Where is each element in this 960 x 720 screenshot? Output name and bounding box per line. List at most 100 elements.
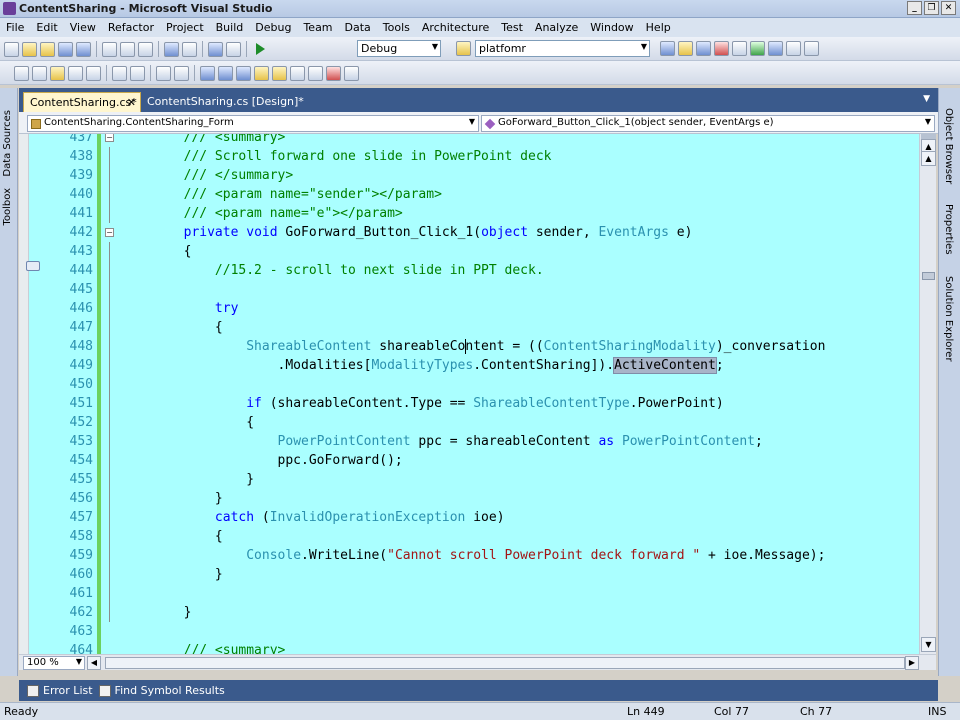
add-item-icon[interactable]	[22, 41, 37, 57]
scroll-thumb[interactable]	[922, 272, 935, 280]
menu-window[interactable]: Window	[584, 21, 639, 34]
scroll-up-icon[interactable]: ▲	[921, 151, 936, 166]
zoom-combo[interactable]: 100 % ▼	[23, 656, 85, 670]
display-quick-info-icon[interactable]	[50, 65, 65, 81]
menu-build[interactable]: Build	[210, 21, 250, 34]
code-line[interactable]: 454 ppc.GoForward();	[29, 451, 919, 470]
open-file-icon[interactable]	[40, 41, 55, 57]
code-line[interactable]: 448 ShareableContent shareableContent = …	[29, 337, 919, 356]
close-button[interactable]: ✕	[941, 1, 956, 15]
menu-refactor[interactable]: Refactor	[102, 21, 160, 34]
code-line[interactable]: 464 /// <summary>	[29, 641, 919, 654]
error-list-tab[interactable]: Error List	[27, 684, 93, 697]
previous-bookmark-in-document-icon[interactable]	[290, 65, 305, 81]
code-line[interactable]: 442 − private void GoForward_Button_Click…	[29, 223, 919, 242]
display-parameter-info-icon[interactable]	[32, 65, 47, 81]
menu-test[interactable]: Test	[495, 21, 529, 34]
code-line[interactable]: 444 //15.2 - scroll to next slide in PPT…	[29, 261, 919, 280]
toolbox-icon[interactable]	[714, 41, 729, 56]
restore-button[interactable]: ❐	[924, 1, 939, 15]
next-bookmark-icon[interactable]	[236, 65, 251, 81]
collapse-icon[interactable]: −	[105, 134, 114, 142]
menu-view[interactable]: View	[64, 21, 102, 34]
code-line[interactable]: 463	[29, 622, 919, 641]
previous-bookmark-in-folder-icon[interactable]	[254, 65, 269, 81]
members-combo[interactable]: GoForward_Button_Click_1(object sender, …	[481, 115, 935, 132]
menu-team[interactable]: Team	[297, 21, 338, 34]
display-object-member-list-icon[interactable]	[14, 65, 29, 81]
menu-tools[interactable]: Tools	[377, 21, 416, 34]
scroll-right-icon[interactable]: ▶	[905, 656, 919, 670]
next-bookmark-in-document-icon[interactable]	[308, 65, 323, 81]
code-line[interactable]: 462 }	[29, 603, 919, 622]
undo-icon[interactable]	[164, 41, 179, 57]
code-line[interactable]: 459 Console.WriteLine("Cannot scroll Pow…	[29, 546, 919, 565]
command-window-icon[interactable]	[786, 41, 801, 56]
code-line[interactable]: 446 try	[29, 299, 919, 318]
menu-help[interactable]: Help	[640, 21, 677, 34]
redo-icon[interactable]	[182, 41, 197, 57]
start-page-icon[interactable]	[750, 41, 765, 56]
decrease-indent-icon[interactable]	[86, 65, 101, 81]
code-line[interactable]: 453 PowerPointContent ppc = shareableCon…	[29, 432, 919, 451]
code-line[interactable]: 452 {	[29, 413, 919, 432]
next-bookmark-in-folder-icon[interactable]	[272, 65, 287, 81]
increase-indent-icon[interactable]	[112, 65, 127, 81]
previous-bookmark-icon[interactable]	[218, 65, 233, 81]
code-line[interactable]: 458 {	[29, 527, 919, 546]
code-line[interactable]: 441 /// <param name="e"></param>	[29, 204, 919, 223]
data-sources-tab[interactable]: Data Sources	[2, 110, 13, 177]
properties-icon[interactable]	[678, 41, 693, 56]
find-combo[interactable]: platfomr ▼	[475, 40, 650, 57]
code-line[interactable]: 447 {	[29, 318, 919, 337]
menu-analyze[interactable]: Analyze	[529, 21, 584, 34]
indicator-margin[interactable]	[19, 134, 29, 654]
code-line[interactable]: 438 /// Scroll forward one slide in Powe…	[29, 147, 919, 166]
toolbox-tab[interactable]: Toolbox	[2, 188, 13, 226]
solution-configuration-combo[interactable]: Debug ▼	[357, 40, 441, 57]
uncomment-lines-icon[interactable]	[156, 65, 171, 81]
outline-icon[interactable]	[174, 65, 189, 81]
solution-explorer-tab[interactable]: Solution Explorer	[943, 276, 954, 362]
tab-contentsharing-cs[interactable]: ContentSharing.cs* ✕	[23, 92, 141, 112]
code-line[interactable]: 450	[29, 375, 919, 394]
comment-lines-icon[interactable]	[130, 65, 145, 81]
code-editor[interactable]: 437 − /// <summary> 438 /// Scroll forward…	[19, 134, 919, 654]
menu-data[interactable]: Data	[339, 21, 377, 34]
toolbar-options-icon[interactable]	[804, 41, 819, 56]
code-line[interactable]: 445	[29, 280, 919, 299]
properties-tab[interactable]: Properties	[943, 204, 954, 255]
clear-bookmarks-icon[interactable]	[326, 65, 341, 81]
code-line[interactable]: 437 − /// <summary>	[29, 134, 919, 147]
code-line[interactable]: 460 }	[29, 565, 919, 584]
object-browser-tab[interactable]: Object Browser	[943, 108, 954, 184]
menu-edit[interactable]: Edit	[30, 21, 63, 34]
save-icon[interactable]	[58, 41, 73, 57]
menu-architecture[interactable]: Architecture	[416, 21, 495, 34]
team-explorer-icon[interactable]	[732, 41, 747, 56]
tab-contentsharing-design[interactable]: ContentSharing.cs [Design]*	[141, 92, 311, 112]
code-line[interactable]: 456 }	[29, 489, 919, 508]
code-line[interactable]: 443 {	[29, 242, 919, 261]
code-line[interactable]: 455 }	[29, 470, 919, 489]
code-line[interactable]: 451 if (shareableContent.Type == Shareab…	[29, 394, 919, 413]
horizontal-scroll-thumb[interactable]	[105, 657, 905, 669]
types-combo[interactable]: ContentSharing.ContentSharing_Form ▼	[27, 115, 479, 132]
display-word-completion-icon[interactable]	[68, 65, 83, 81]
extension-manager-icon[interactable]	[768, 41, 783, 56]
menu-project[interactable]: Project	[160, 21, 210, 34]
object-browser-icon[interactable]	[696, 41, 711, 56]
code-line[interactable]: 461	[29, 584, 919, 603]
find-in-files-icon[interactable]	[456, 41, 471, 56]
save-all-icon[interactable]	[76, 41, 91, 57]
code-line[interactable]: 440 /// <param name="sender"></param>	[29, 185, 919, 204]
collapse-icon[interactable]: −	[105, 228, 114, 237]
scroll-down-icon[interactable]: ▼	[921, 637, 936, 652]
copy-icon[interactable]	[120, 41, 135, 57]
navigate-forward-icon[interactable]	[226, 41, 241, 57]
code-line[interactable]: 439 /// </summary>	[29, 166, 919, 185]
navigate-backward-icon[interactable]	[208, 41, 223, 57]
cut-icon[interactable]	[102, 41, 117, 57]
code-line[interactable]: 457 catch (InvalidOperationException ioe…	[29, 508, 919, 527]
editor-vertical-scrollbar[interactable]: ▲ ▲ ▼	[919, 134, 936, 654]
